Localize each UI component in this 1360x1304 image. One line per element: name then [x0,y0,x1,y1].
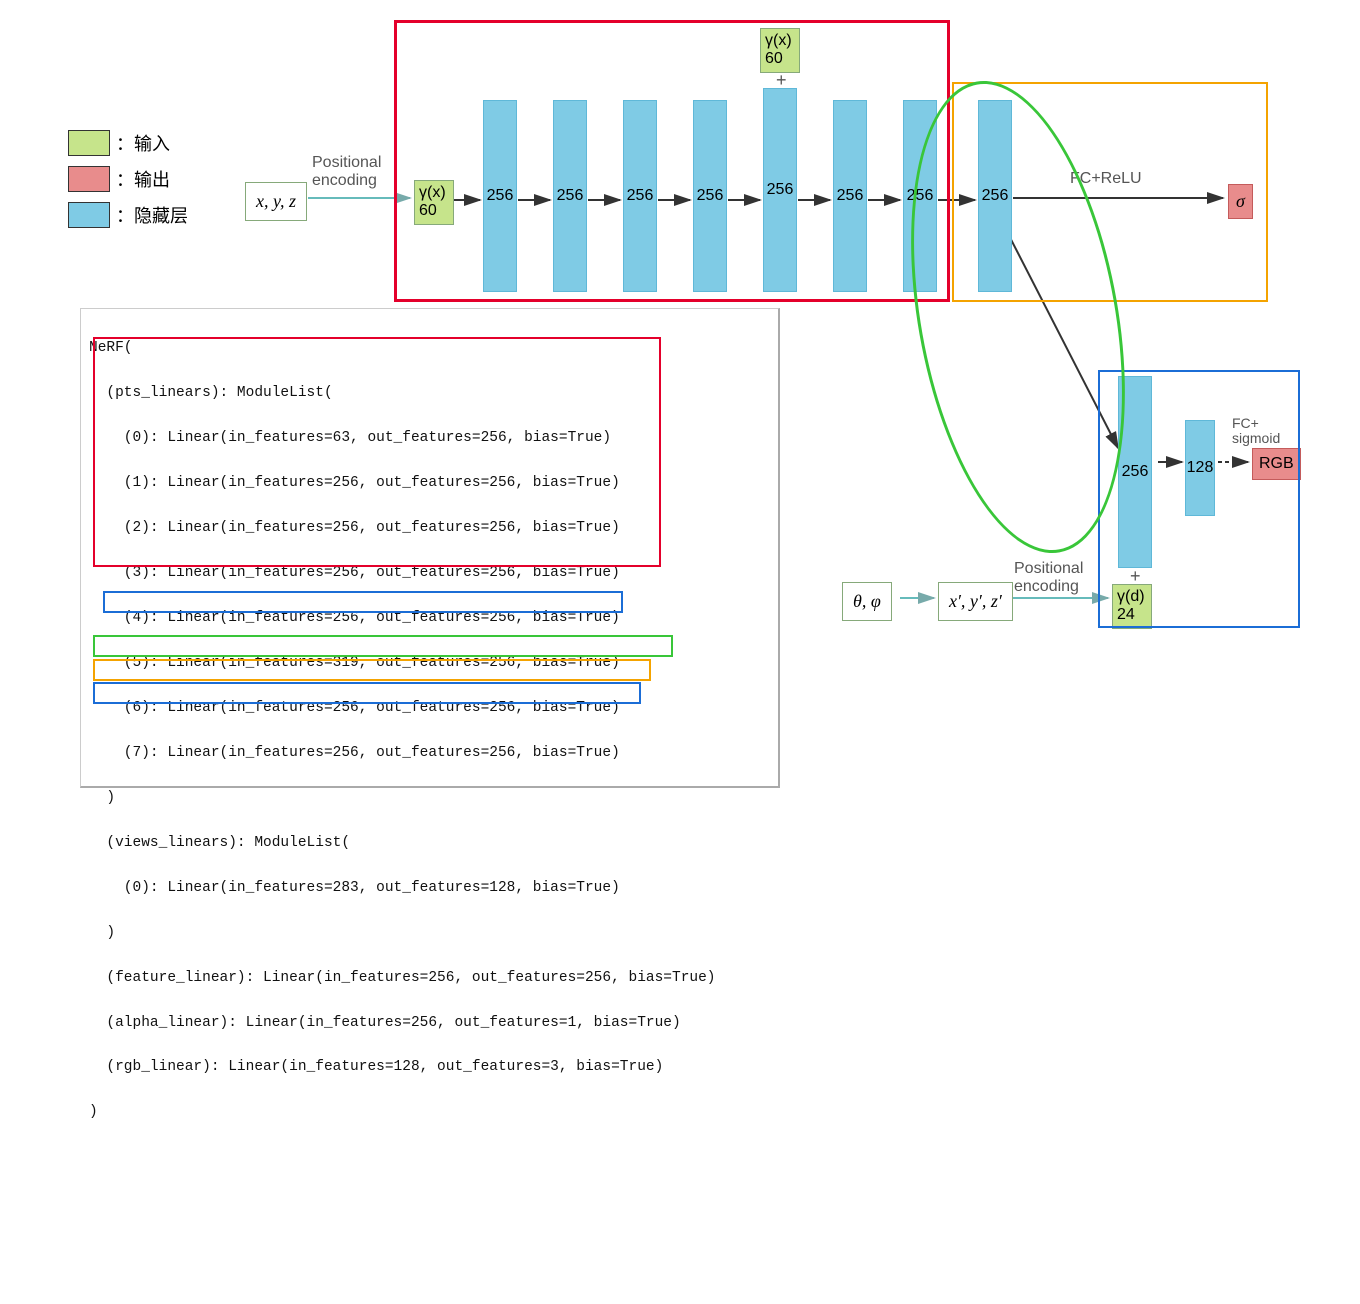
layer-256-bottom: 256 [1118,376,1152,568]
code-line: (0): Linear(in_features=63, out_features… [89,427,770,449]
code-panel: NeRF( (pts_linears): ModuleList( (0): Li… [80,308,780,788]
gamma-d-val: 24 [1117,606,1135,623]
gamma-x-skip-val: 60 [765,50,783,67]
layer-256-6: 256 [833,100,867,292]
x-prime-label: x′, y′, z′ [949,591,1002,611]
fc-sigmoid-label: FC+ sigmoid [1232,416,1280,447]
code-line: (rgb_linear): Linear(in_features=128, ou… [89,1056,770,1078]
layer-256-8: 256 [978,100,1012,292]
legend-swatch-hidden [68,202,110,228]
code-line: (4): Linear(in_features=256, out_feature… [89,607,770,629]
code-line: (1): Linear(in_features=256, out_feature… [89,472,770,494]
code-line: (2): Linear(in_features=256, out_feature… [89,517,770,539]
layer-128: 128 [1185,420,1215,516]
code-line: (5): Linear(in_features=319, out_feature… [89,652,770,674]
legend-swatch-input [68,130,110,156]
code-line: NeRF( [89,337,770,359]
layer-256-1: 256 [483,100,517,292]
gamma-x-skip-label: γ(x) [765,32,792,49]
legend-label-hidden: ：隐藏层 [116,202,188,228]
legend-label-output: ：输出 [116,166,170,192]
sigma-label: σ [1236,191,1245,211]
pos-encoding-label-1: Positional encoding [312,154,381,189]
layer-256-2: 256 [553,100,587,292]
legend-label-input: ：输入 [116,130,170,156]
layer-256-7: 256 [903,100,937,292]
code-line: ) [89,1101,770,1123]
legend-row-output: ：输出 [68,166,188,192]
code-line: (3): Linear(in_features=256, out_feature… [89,562,770,584]
gamma-x-skip-box: γ(x) 60 [760,28,800,73]
code-line: ) [89,787,770,809]
input-xyz-label: x, y, z [256,191,296,211]
gamma-d-box: γ(d) 24 [1112,584,1152,629]
gamma-x-label: γ(x) [419,184,446,201]
input-xyz-box: x, y, z [245,182,307,221]
legend-row-input: ：输入 [68,130,188,156]
x-prime-box: x′, y′, z′ [938,582,1013,621]
layer-256-3: 256 [623,100,657,292]
legend-row-hidden: ：隐藏层 [68,202,188,228]
code-line: (alpha_linear): Linear(in_features=256, … [89,1012,770,1034]
rgb-box: RGB [1252,448,1301,480]
code-line: (0): Linear(in_features=283, out_feature… [89,877,770,899]
code-line: (7): Linear(in_features=256, out_feature… [89,742,770,764]
pos-encoding-label-2: Positional encoding [1014,560,1083,595]
gamma-x-box: γ(x) 60 [414,180,454,225]
code-line: (views_linears): ModuleList( [89,832,770,854]
rgb-label: RGB [1259,455,1294,472]
code-line: (pts_linears): ModuleList( [89,382,770,404]
legend: ：输入 ：输出 ：隐藏层 [68,130,188,238]
gamma-x-val: 60 [419,202,437,219]
input-theta-phi-label: θ, φ [853,591,881,611]
code-line: (6): Linear(in_features=256, out_feature… [89,697,770,719]
legend-swatch-output [68,166,110,192]
sigma-box: σ [1228,184,1253,219]
gamma-d-label: γ(d) [1117,588,1145,605]
code-line: (feature_linear): Linear(in_features=256… [89,967,770,989]
fc-relu-label: FC+ReLU [1070,170,1142,188]
code-line: ) [89,922,770,944]
layer-256-5: 256 [763,88,797,292]
input-theta-phi-box: θ, φ [842,582,892,621]
layer-256-4: 256 [693,100,727,292]
